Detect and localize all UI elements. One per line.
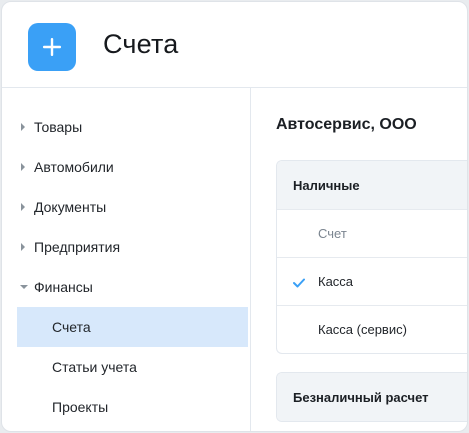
sidebar-item-cars[interactable]: Автомобили <box>17 147 248 187</box>
plus-icon <box>43 38 61 56</box>
sidebar-item-goods[interactable]: Товары <box>17 107 248 147</box>
sidebar-item-label: Документы <box>34 199 107 215</box>
chevron-down-icon <box>17 284 34 290</box>
sidebar-item-label: Предприятия <box>34 239 121 255</box>
group-header[interactable]: Наличные <box>277 161 467 209</box>
chevron-right-icon <box>17 123 34 131</box>
sidebar-item-accounts[interactable]: Счета <box>17 307 248 347</box>
add-account-button[interactable] <box>28 23 76 71</box>
chevron-right-icon <box>17 203 34 211</box>
group-cash: Наличные Счет Касса Касса (сервис) <box>276 160 467 354</box>
account-row-cashbox-service[interactable]: Касса (сервис) <box>277 305 467 353</box>
account-label: Касса <box>318 274 354 289</box>
chevron-right-icon <box>17 163 34 171</box>
account-row-cashbox[interactable]: Касса <box>277 257 467 305</box>
sidebar-item-label: Автомобили <box>34 159 114 175</box>
chevron-right-icon <box>17 243 34 251</box>
sidebar-item-finance[interactable]: Финансы <box>17 267 248 307</box>
sidebar-tree: Товары Автомобили Документы Предприятия … <box>2 88 251 431</box>
column-header: Счет <box>277 209 467 257</box>
sidebar-item-label: Счета <box>52 319 91 335</box>
sidebar-item-label: Проекты <box>52 399 109 415</box>
accounts-content: Автосервис, ООО Наличные Счет Касса Касс… <box>252 88 467 431</box>
column-header-label: Счет <box>318 226 347 241</box>
sidebar-item-projects[interactable]: Проекты <box>17 387 248 427</box>
sidebar-item-label: Статьи учета <box>52 359 137 375</box>
group-cashless: Безналичный расчет <box>276 372 467 422</box>
checkmark-icon <box>293 276 305 291</box>
sidebar-item-enterprises[interactable]: Предприятия <box>17 227 248 267</box>
page-title: Счета <box>103 29 179 59</box>
page-header: Счета <box>2 2 467 88</box>
sidebar-item-label: Товары <box>34 119 83 135</box>
sidebar-item-documents[interactable]: Документы <box>17 187 248 227</box>
group-header[interactable]: Безналичный расчет <box>277 373 467 421</box>
account-label: Касса (сервис) <box>318 322 407 337</box>
sidebar-item-accounting-items[interactable]: Статьи учета <box>17 347 248 387</box>
accounts-window: Счета Товары Автомобили Документы Предпр… <box>1 1 468 432</box>
sidebar-item-label: Финансы <box>34 279 93 295</box>
company-title: Автосервис, ООО <box>276 116 417 133</box>
